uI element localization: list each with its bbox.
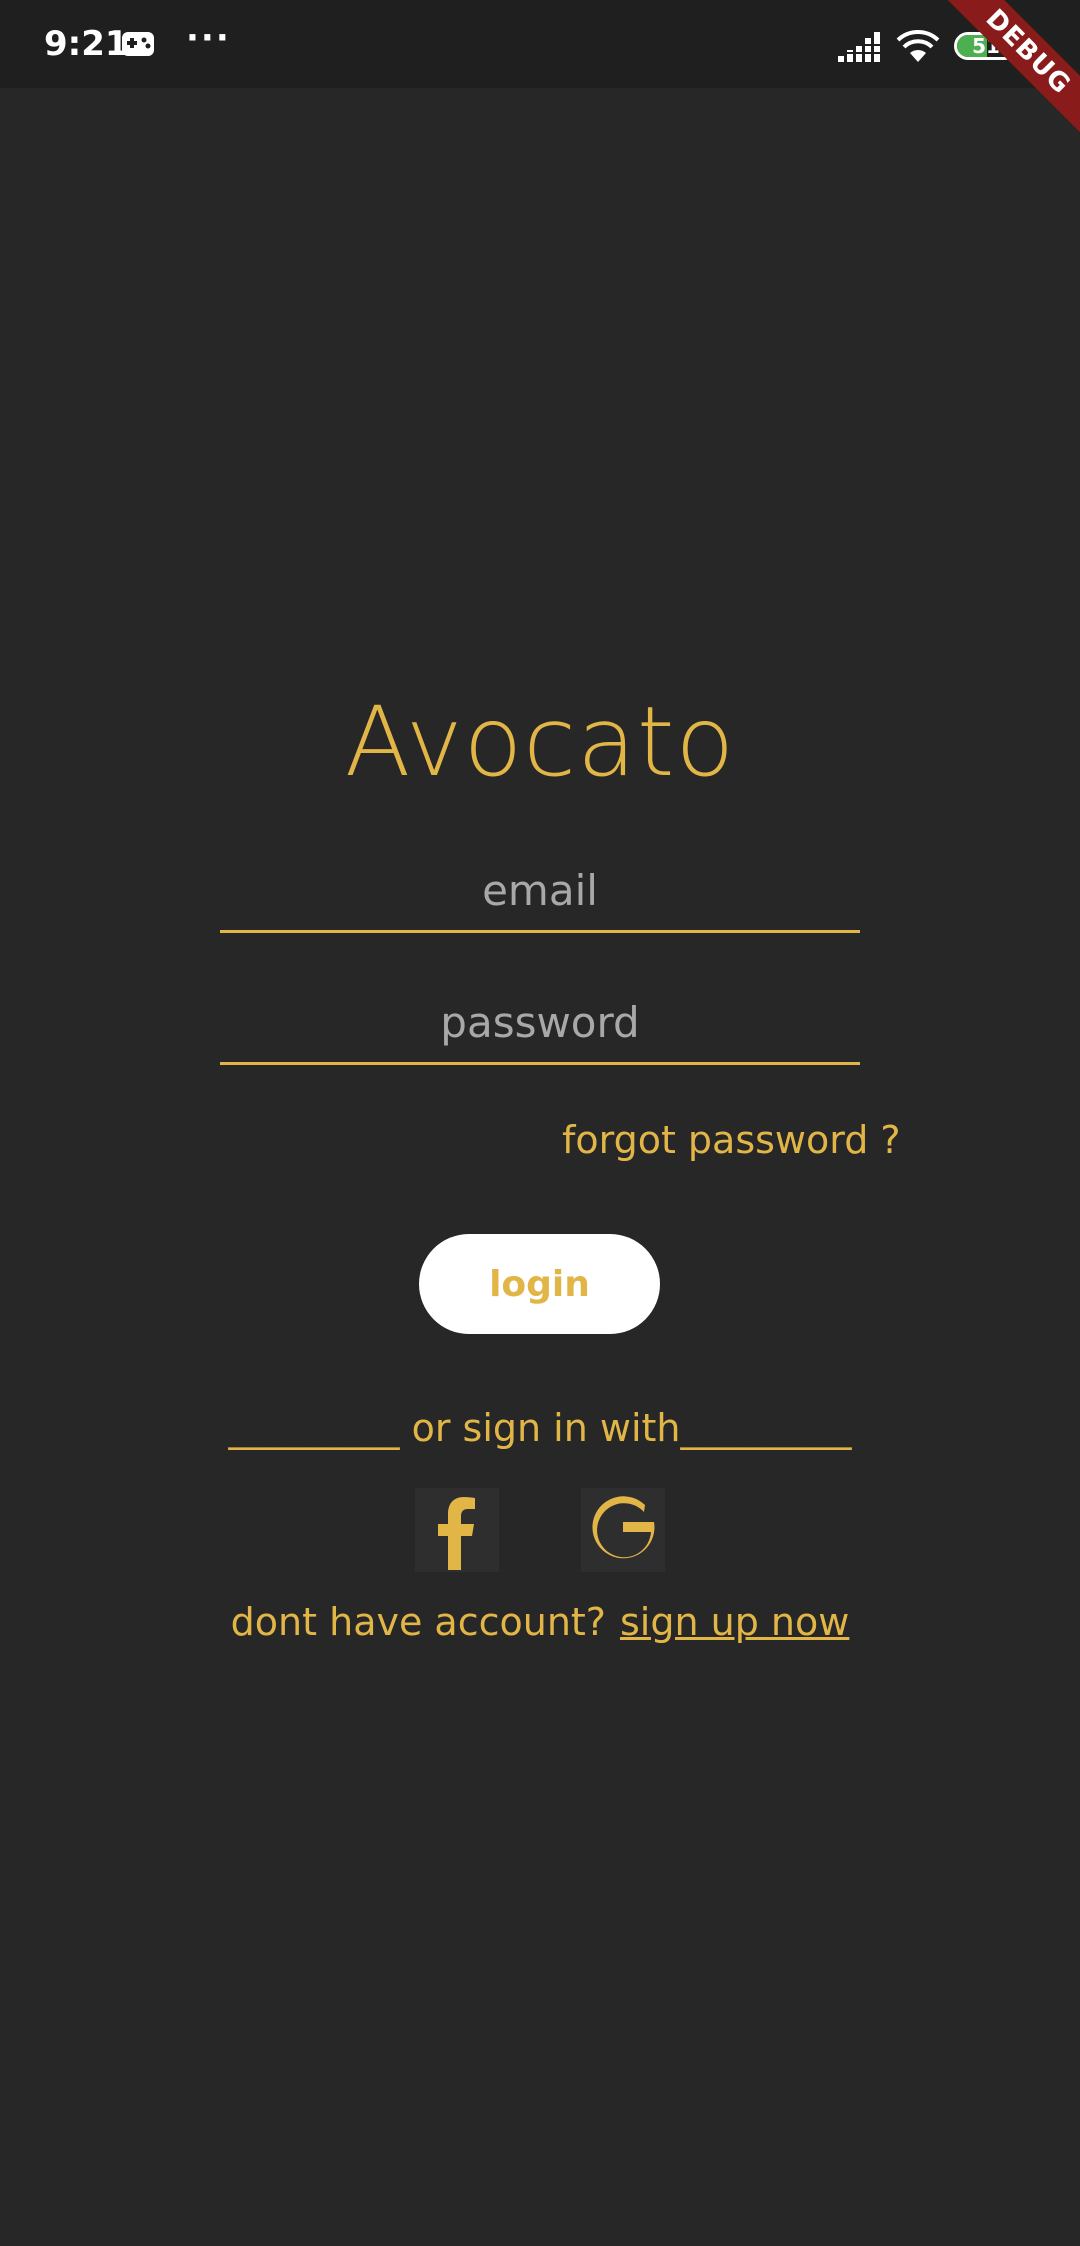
facebook-icon — [438, 1497, 475, 1570]
signup-row: dont have account? sign up now — [0, 1594, 1080, 1650]
app-title: Avocato — [344, 686, 736, 798]
signup-prompt: dont have account? — [230, 1600, 606, 1644]
google-login-button[interactable] — [581, 1488, 665, 1572]
status-bar: 9:21 ··· 51 — [0, 0, 1080, 88]
wifi-icon — [896, 30, 940, 62]
password-field[interactable] — [220, 982, 860, 1065]
google-icon — [592, 1496, 655, 1559]
login-screen: 9:21 ··· 51 DEBUG Avocato email forgot p… — [0, 0, 1080, 2246]
forgot-password-link[interactable]: forgot password ? — [562, 1112, 901, 1168]
sign-in-with-divider: _________ or sign in with_________ — [228, 1406, 852, 1450]
email-field[interactable] — [220, 850, 860, 933]
login-button[interactable]: login — [419, 1234, 660, 1334]
more-notifications-icon: ··· — [186, 18, 231, 58]
facebook-login-button[interactable] — [415, 1488, 499, 1572]
signal-icon — [838, 32, 882, 62]
status-time: 9:21 — [44, 24, 129, 64]
gamepad-icon — [122, 32, 154, 56]
sign-up-link[interactable]: sign up now — [620, 1600, 849, 1644]
